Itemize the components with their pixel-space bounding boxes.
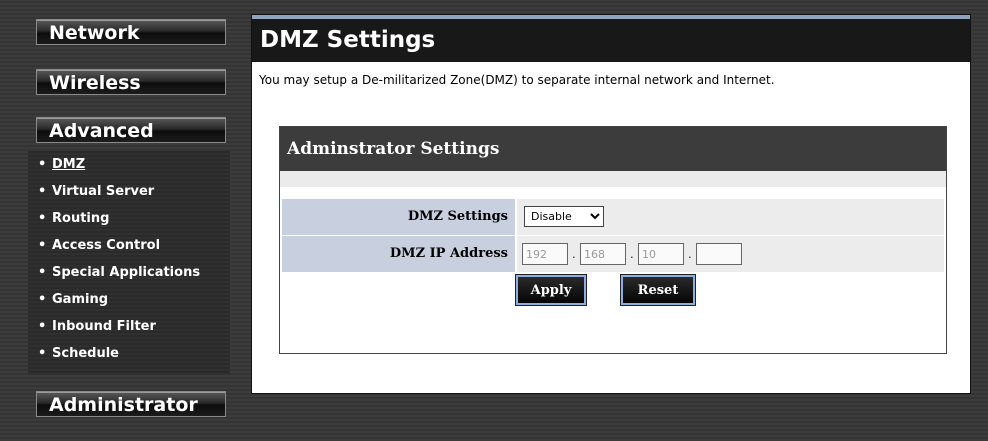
bullet-icon: •	[38, 319, 47, 334]
section-spacer	[280, 171, 946, 187]
ip-octet-3-input[interactable]	[638, 243, 684, 265]
submenu-item-inbound-filter[interactable]: • Inbound Filter	[38, 316, 156, 338]
dmz-ip-label: DMZ IP Address	[282, 236, 515, 272]
nav-network-button[interactable]: Network	[36, 19, 226, 45]
submenu-item-gaming[interactable]: • Gaming	[38, 289, 108, 311]
bullet-icon: •	[38, 265, 47, 280]
submenu-item-routing[interactable]: • Routing	[38, 208, 109, 230]
bullet-icon: •	[38, 346, 47, 361]
page-header: DMZ Settings	[252, 15, 970, 62]
submenu-item-label: Schedule	[52, 346, 119, 361]
ip-octet-2-input[interactable]	[580, 243, 626, 265]
submenu-item-schedule[interactable]: • Schedule	[38, 343, 119, 365]
ip-dot: .	[688, 246, 692, 261]
bullet-icon: •	[38, 157, 47, 172]
dmz-settings-label: DMZ Settings	[282, 199, 515, 235]
page-description: You may setup a De-militarized Zone(DMZ)…	[259, 73, 775, 87]
submenu-item-label: Routing	[52, 211, 110, 226]
apply-button[interactable]: Apply	[516, 275, 586, 305]
nav-wireless-button[interactable]: Wireless	[36, 69, 226, 95]
ip-octet-1-input[interactable]	[522, 243, 568, 265]
advanced-submenu: • DMZ • Virtual Server • Routing • Access Co…	[28, 151, 230, 375]
submenu-item-label: Access Control	[52, 238, 161, 253]
nav-advanced-button[interactable]: Advanced	[36, 117, 226, 143]
page-title: DMZ Settings	[260, 27, 436, 53]
dmz-settings-select[interactable]: Disable	[524, 206, 604, 227]
submenu-item-access-control[interactable]: • Access Control	[38, 235, 160, 257]
reset-button[interactable]: Reset	[621, 275, 695, 305]
bullet-icon: •	[38, 184, 47, 199]
bullet-icon: •	[38, 238, 47, 253]
ip-octet-4-input[interactable]	[696, 243, 742, 265]
submenu-item-virtual-server[interactable]: • Virtual Server	[38, 181, 154, 203]
ip-dot: .	[630, 246, 634, 261]
submenu-item-dmz[interactable]: • DMZ	[38, 154, 85, 176]
main-panel: DMZ Settings You may setup a De-militari…	[251, 14, 971, 394]
dmz-ip-value-cell: . . .	[517, 236, 944, 272]
dmz-settings-value-cell: Disable	[517, 199, 944, 235]
submenu-item-label: Special Applications	[52, 265, 201, 280]
submenu-item-special-applications[interactable]: • Special Applications	[38, 262, 200, 284]
submenu-item-label: DMZ	[52, 157, 86, 172]
nav-administrator-button[interactable]: Administrator	[36, 391, 226, 417]
submenu-item-label: Virtual Server	[52, 184, 155, 199]
submenu-item-label: Inbound Filter	[52, 319, 156, 334]
ip-dot: .	[572, 246, 576, 261]
section-title: Adminstrator Settings	[280, 127, 946, 171]
settings-box: Adminstrator Settings DMZ Settings Disab…	[279, 126, 947, 354]
bullet-icon: •	[38, 292, 47, 307]
submenu-item-label: Gaming	[52, 292, 109, 307]
bullet-icon: •	[38, 211, 47, 226]
